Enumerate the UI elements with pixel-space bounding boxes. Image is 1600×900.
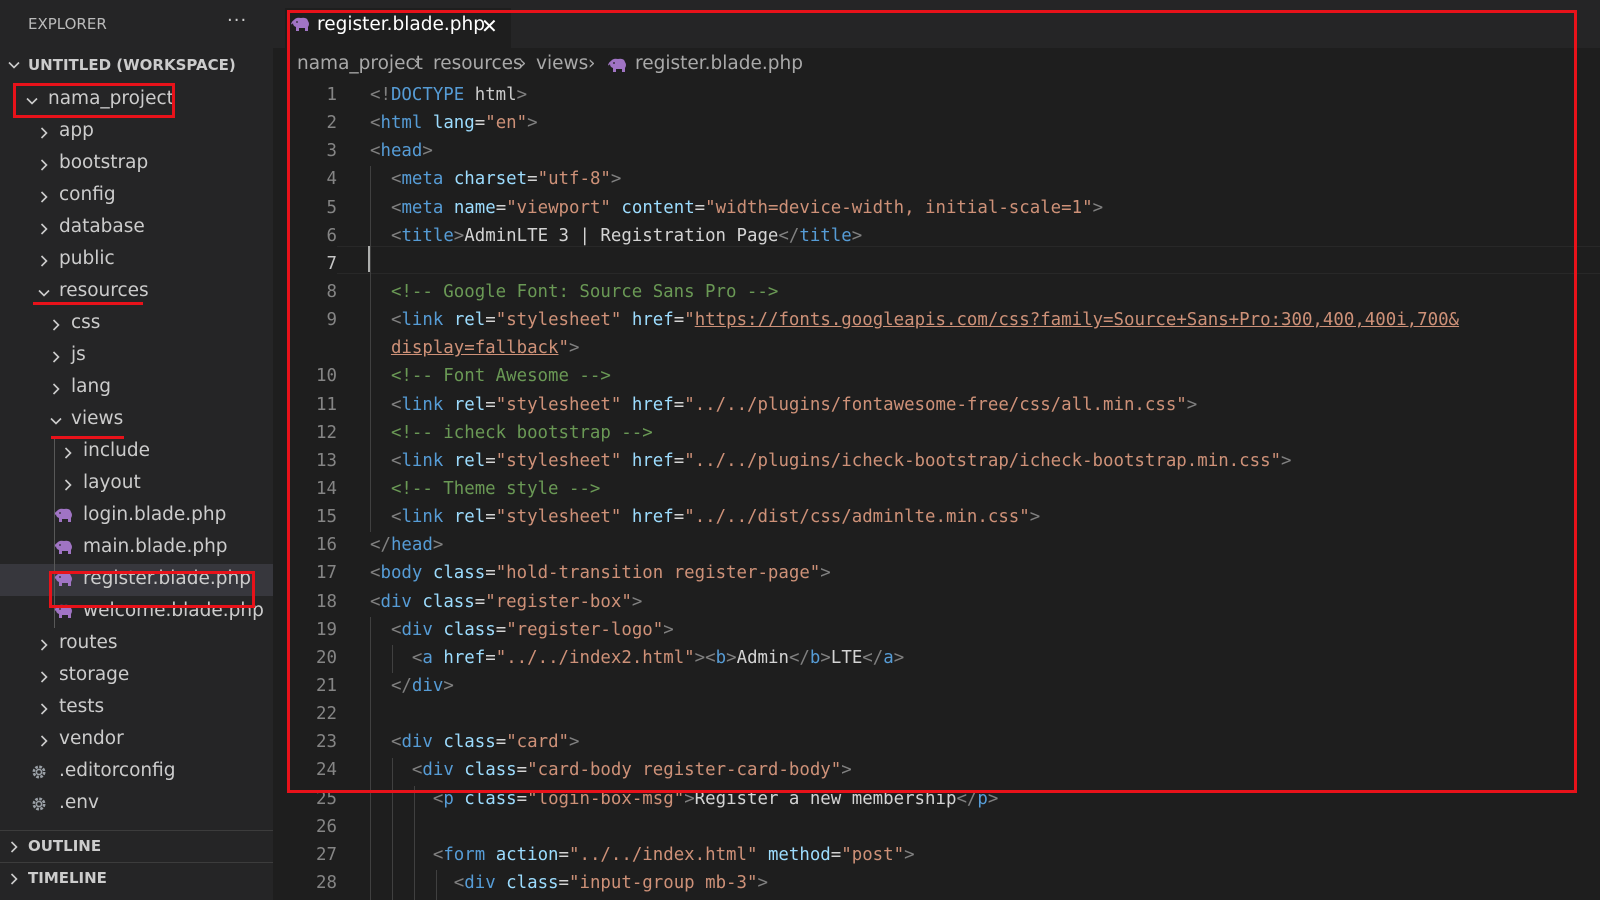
explorer-title: EXPLORER xyxy=(28,15,107,33)
tree-folder-bootstrap[interactable]: bootstrap xyxy=(0,148,273,180)
tree-folder-config[interactable]: config xyxy=(0,180,273,212)
chevron-down-icon xyxy=(36,285,52,301)
tree-folder-storage[interactable]: storage xyxy=(0,660,273,692)
tree-item-label: js xyxy=(71,344,86,365)
explorer-header: EXPLORER ··· xyxy=(0,0,273,48)
chevron-right-icon xyxy=(36,125,52,141)
outline-label: OUTLINE xyxy=(28,837,102,855)
chevron-right-icon xyxy=(36,253,52,269)
code-line: 26 xyxy=(273,814,1600,842)
file-tree: nama_project app bootstrap config database pu… xyxy=(0,84,273,820)
tree-folder-tests[interactable]: tests xyxy=(0,692,273,724)
tree-folder-lang[interactable]: lang xyxy=(0,372,273,404)
tree-item-label: resources xyxy=(59,280,149,301)
chevron-right-icon xyxy=(36,637,52,653)
tree-item-label: include xyxy=(83,440,151,461)
tree-file-editorconfig[interactable]: .editorconfig xyxy=(0,756,273,788)
gear-icon xyxy=(30,795,50,813)
tree-folder-app[interactable]: app xyxy=(0,116,273,148)
tree-item-label: routes xyxy=(59,632,118,653)
outline-section-header[interactable]: OUTLINE xyxy=(0,830,273,860)
tree-item-label: .editorconfig xyxy=(59,760,176,781)
chevron-right-icon xyxy=(48,381,64,397)
tree-item-label: views xyxy=(71,408,124,429)
indent-guide xyxy=(414,785,415,900)
tree-item-label: public xyxy=(59,248,115,269)
chevron-right-icon xyxy=(48,317,64,333)
annotation-box-editor xyxy=(287,10,1577,793)
chevron-right-icon xyxy=(36,701,52,717)
php-elephant-icon xyxy=(54,539,74,557)
chevron-right-icon xyxy=(36,189,52,205)
code-line: 27 <form action="../../index.html" metho… xyxy=(273,842,1600,870)
chevron-right-icon xyxy=(6,871,22,887)
tree-item-label: database xyxy=(59,216,145,237)
chevron-right-icon xyxy=(6,839,22,855)
code-text: <form action="../../index.html" method="… xyxy=(432,844,915,865)
tree-folder-layout[interactable]: layout xyxy=(0,468,273,500)
tree-item-label: lang xyxy=(71,376,111,397)
workspace-label: UNTITLED (WORKSPACE) xyxy=(28,56,236,74)
tree-item-label: storage xyxy=(59,664,130,685)
tree-file-login-blade-php[interactable]: login.blade.php xyxy=(0,500,273,532)
line-number: 26 xyxy=(316,816,337,837)
annotation-box-register-file xyxy=(49,571,255,608)
chevron-right-icon xyxy=(36,157,52,173)
tree-item-label: tests xyxy=(59,696,105,717)
indent-guide xyxy=(436,870,437,900)
tree-item-label: bootstrap xyxy=(59,152,149,173)
timeline-section-header[interactable]: TIMELINE xyxy=(0,862,273,892)
tree-item-label: layout xyxy=(83,472,141,493)
tree-file-env[interactable]: .env xyxy=(0,788,273,820)
tree-folder-views[interactable]: views xyxy=(0,404,273,436)
tree-folder-public[interactable]: public xyxy=(0,244,273,276)
line-number: 28 xyxy=(316,872,337,893)
tree-item-label: vendor xyxy=(59,728,124,749)
chevron-down-icon xyxy=(48,413,64,429)
chevron-right-icon xyxy=(60,445,76,461)
chevron-right-icon xyxy=(36,669,52,685)
tree-item-label: css xyxy=(71,312,101,333)
code-text: <div class="input-group mb-3"> xyxy=(453,872,768,893)
tree-item-label: app xyxy=(59,120,94,141)
tree-folder-database[interactable]: database xyxy=(0,212,273,244)
tree-item-label: config xyxy=(59,184,116,205)
tree-folder-include[interactable]: include xyxy=(0,436,273,468)
code-line: 28 <div class="input-group mb-3"> xyxy=(273,870,1600,898)
tree-item-label: .env xyxy=(59,792,99,813)
tree-folder-vendor[interactable]: vendor xyxy=(0,724,273,756)
tree-folder-js[interactable]: js xyxy=(0,340,273,372)
tree-item-label: login.blade.php xyxy=(83,504,227,525)
more-actions-button[interactable]: ··· xyxy=(227,10,247,31)
chevron-right-icon xyxy=(60,477,76,493)
tree-file-main-blade-php[interactable]: main.blade.php xyxy=(0,532,273,564)
chevron-right-icon xyxy=(36,733,52,749)
php-elephant-icon xyxy=(54,507,74,525)
line-number: 27 xyxy=(316,844,337,865)
tree-folder-routes[interactable]: routes xyxy=(0,628,273,660)
annotation-box-nama-project xyxy=(13,83,175,118)
chevron-right-icon xyxy=(36,221,52,237)
workspace-section-header[interactable]: UNTITLED (WORKSPACE) xyxy=(0,52,273,80)
chevron-down-icon xyxy=(6,57,22,73)
gear-icon xyxy=(30,763,50,781)
chevron-right-icon xyxy=(48,349,64,365)
annotation-underline-resources xyxy=(33,302,143,305)
tree-folder-css[interactable]: css xyxy=(0,308,273,340)
tree-item-label: main.blade.php xyxy=(83,536,228,557)
timeline-label: TIMELINE xyxy=(28,869,107,887)
explorer-sidebar: EXPLORER ··· UNTITLED (WORKSPACE) nama_p… xyxy=(0,0,273,900)
annotation-underline-views xyxy=(51,436,124,439)
